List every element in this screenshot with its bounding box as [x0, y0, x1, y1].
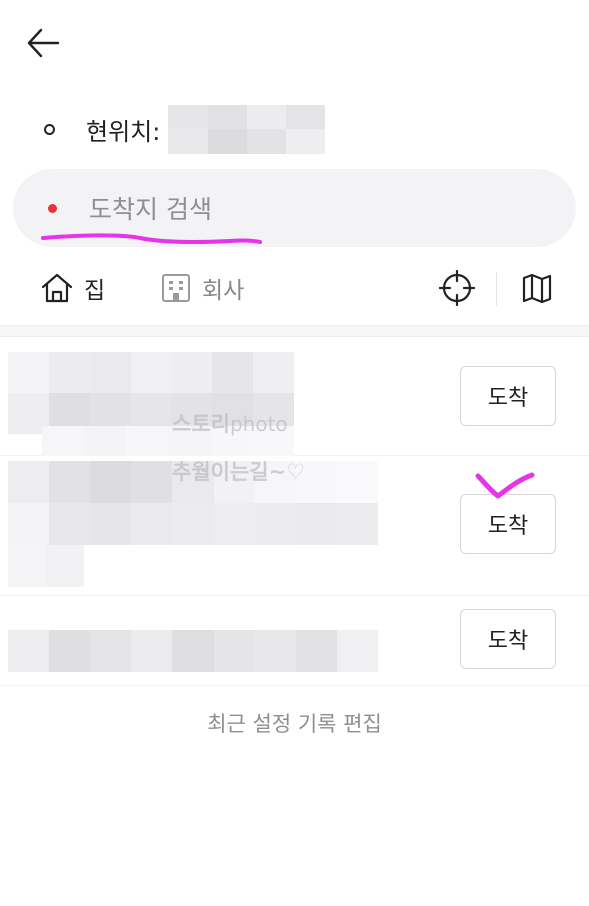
back-button[interactable] [24, 26, 68, 60]
map-icon [522, 273, 552, 304]
section-divider [0, 325, 589, 337]
history-item-text-obscured [8, 352, 294, 434]
history-item-subtext-obscured [8, 545, 84, 587]
origin-row[interactable]: 현위치: [44, 104, 326, 154]
history-item-subtext-obscured [42, 426, 294, 456]
arrive-button[interactable]: 도착 [460, 609, 556, 669]
history-item-text-obscured [8, 461, 378, 545]
company-shortcut[interactable]: 회사 [160, 262, 244, 314]
current-location-button[interactable] [437, 268, 477, 308]
history-item[interactable]: 도착 [0, 338, 589, 456]
arrive-button[interactable]: 도착 [460, 494, 556, 554]
destination-dot-icon [48, 203, 57, 213]
home-icon [41, 273, 73, 303]
destination-search-placeholder: 도착지 검색 [89, 195, 212, 224]
origin-dot-icon [44, 123, 55, 135]
origin-value-obscured [168, 104, 326, 154]
toolbar-divider [496, 272, 497, 306]
company-label: 회사 [202, 278, 245, 304]
edit-history-link[interactable]: 최근 설정 기록 편집 [0, 708, 589, 738]
history-item[interactable]: 도착 [0, 596, 589, 686]
origin-label: 현위치: [86, 117, 161, 146]
crosshair-icon [439, 270, 475, 306]
home-label: 집 [84, 278, 106, 304]
building-icon [162, 274, 190, 302]
history-item-text-obscured [8, 630, 378, 672]
arrow-left-icon [27, 28, 60, 58]
map-button[interactable] [517, 268, 557, 308]
route-search-screen: 현위치: 도착지 검색 집 회사 도착 도착 도착 스토리photo 추월이는길… [0, 0, 589, 906]
arrive-button[interactable]: 도착 [460, 366, 556, 426]
history-item[interactable]: 도착 [0, 456, 589, 596]
destination-search-input[interactable]: 도착지 검색 [13, 169, 576, 247]
home-shortcut[interactable]: 집 [40, 262, 105, 314]
quick-places-row: 집 회사 [0, 262, 589, 314]
